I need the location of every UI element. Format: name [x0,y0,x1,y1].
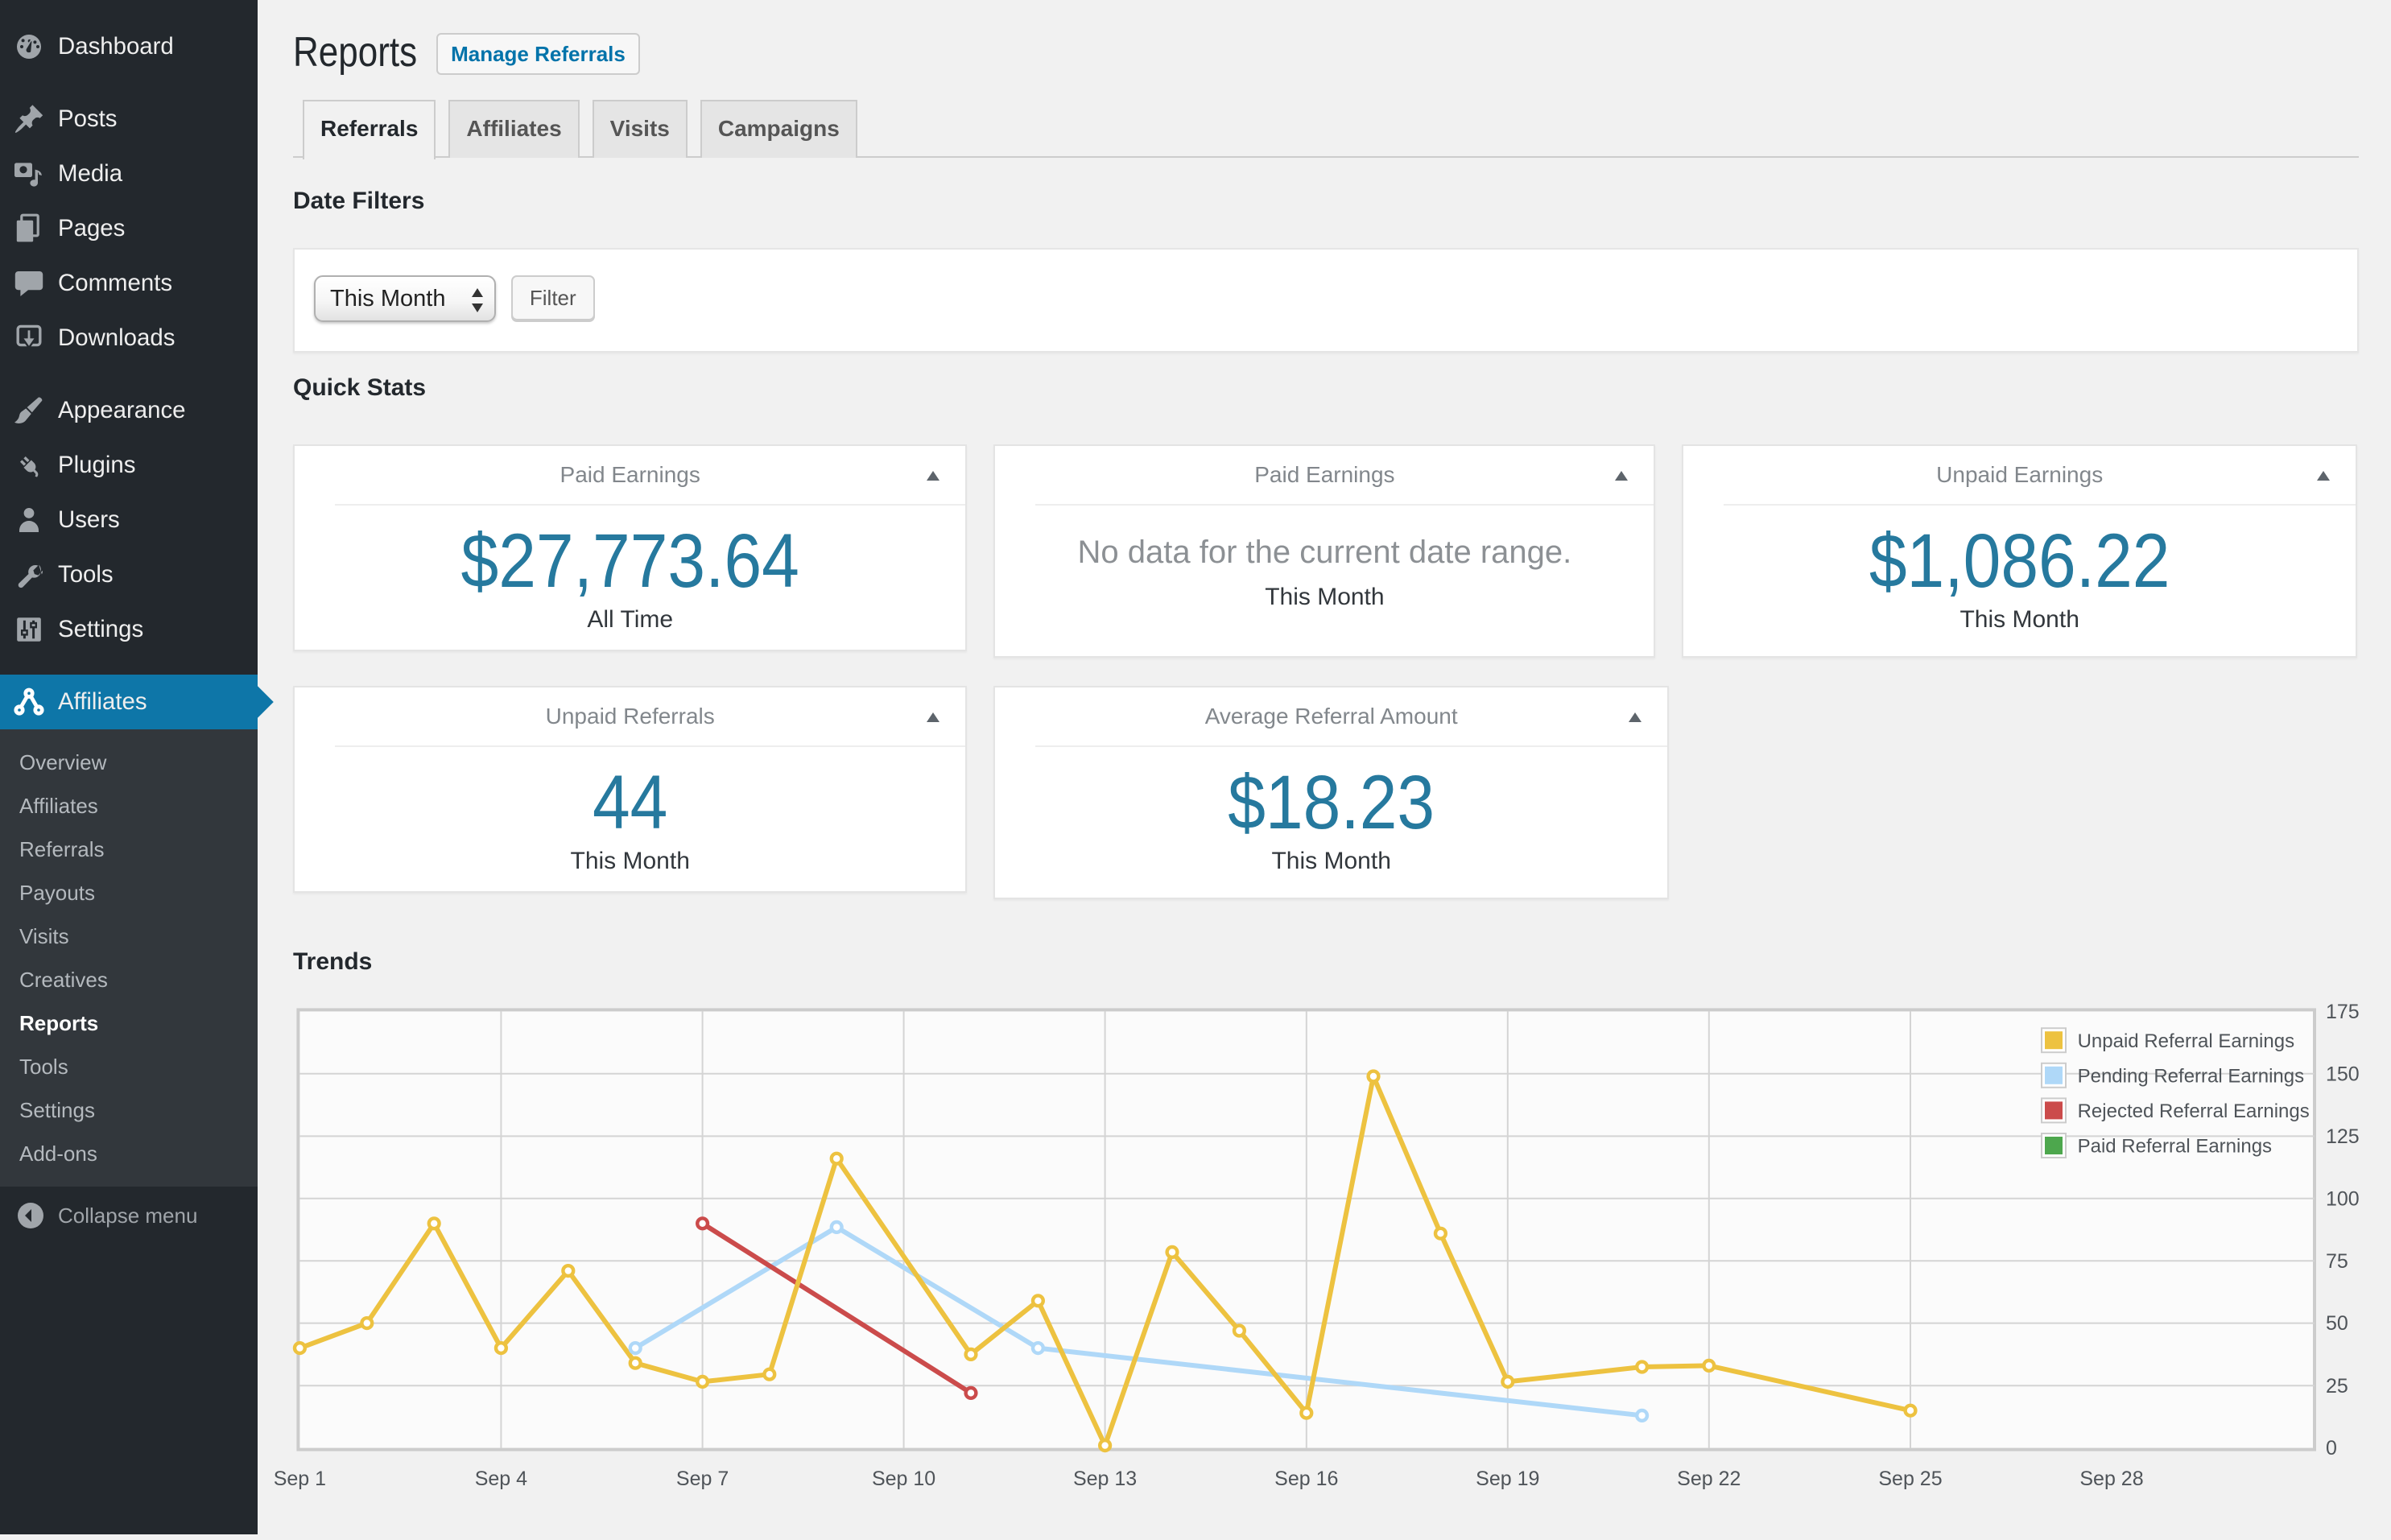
svg-text:Sep 28: Sep 28 [2079,1468,2143,1490]
svg-text:Sep 25: Sep 25 [1878,1468,1942,1490]
svg-text:Rejected Referral Earnings: Rejected Referral Earnings [2078,1100,2310,1122]
svg-text:Sep 10: Sep 10 [872,1468,935,1490]
svg-text:Sep 16: Sep 16 [1274,1468,1338,1490]
svg-text:100: 100 [2326,1187,2360,1210]
svg-text:Sep 22: Sep 22 [1677,1468,1741,1490]
svg-text:125: 125 [2326,1125,2360,1148]
svg-text:Sep 13: Sep 13 [1073,1468,1137,1490]
svg-text:Pending Referral Earnings: Pending Referral Earnings [2078,1065,2305,1087]
svg-text:25: 25 [2326,1375,2348,1398]
svg-text:50: 50 [2326,1312,2348,1335]
svg-text:175: 175 [2326,1001,2360,1023]
svg-text:Sep 19: Sep 19 [1476,1468,1539,1490]
svg-text:75: 75 [2326,1250,2348,1273]
svg-text:Paid Referral Earnings: Paid Referral Earnings [2078,1136,2272,1158]
svg-text:Sep 4: Sep 4 [475,1468,527,1490]
svg-text:Sep 1: Sep 1 [274,1468,326,1490]
svg-text:Unpaid Referral Earnings: Unpaid Referral Earnings [2078,1030,2294,1052]
svg-text:0: 0 [2326,1437,2337,1459]
svg-text:Sep 7: Sep 7 [676,1468,729,1490]
svg-text:150: 150 [2326,1063,2360,1085]
